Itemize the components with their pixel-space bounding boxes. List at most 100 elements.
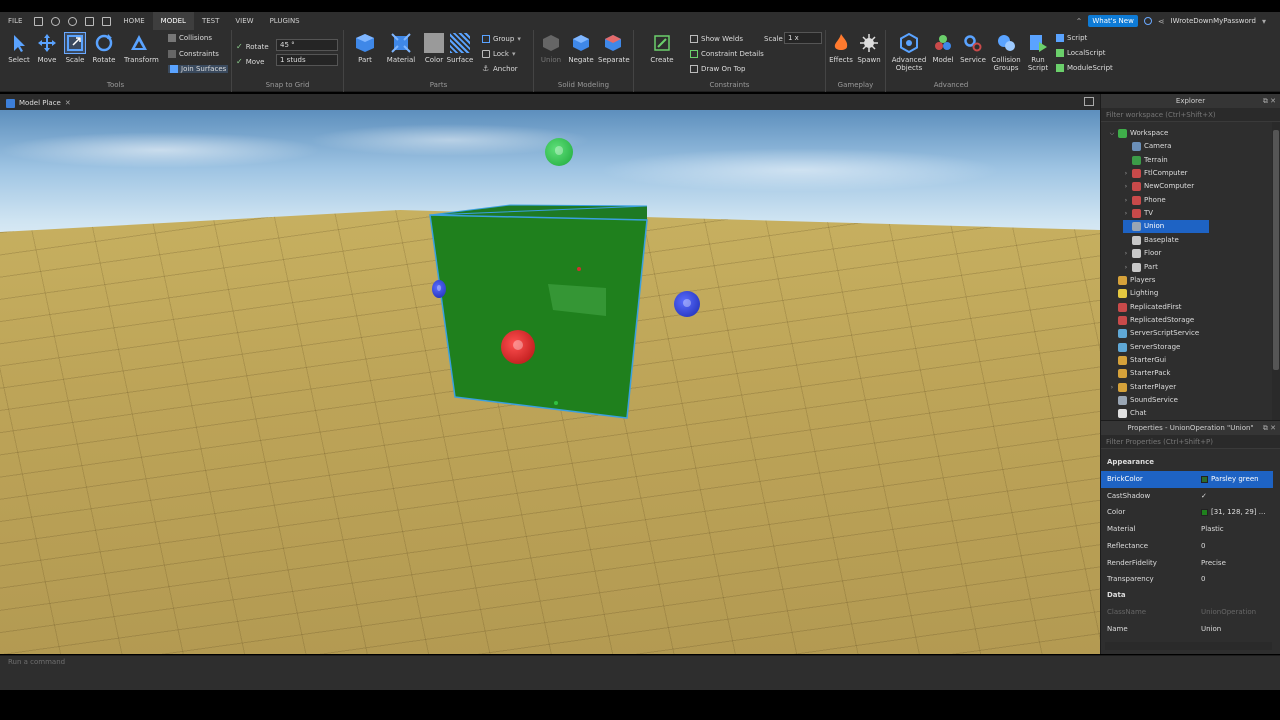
property-row[interactable]: Transparency 0 [1101,571,1273,588]
explorer-item[interactable]: › StarterPlayer [1109,381,1176,394]
explorer-item[interactable]: Camera [1123,140,1171,153]
explorer-item[interactable]: Chat [1109,407,1146,420]
explorer-item[interactable]: Players [1109,274,1155,287]
rotate-snap-row[interactable]: ✓ Rotate [236,42,269,51]
modulescript-button[interactable]: ModuleScript [1056,64,1113,72]
constraints-toggle[interactable]: Constraints [168,50,219,58]
explorer-item[interactable]: ReplicatedStorage [1109,314,1194,327]
properties-close-icon[interactable]: ⧉ ✕ [1263,421,1276,435]
group-button[interactable]: Group ▾ [482,35,521,43]
collision-groups-button[interactable]: Collision Groups [988,33,1024,72]
3d-viewport[interactable] [0,110,1100,654]
move-snap-field[interactable]: 1 studs [276,54,338,66]
green-handle[interactable] [545,138,573,166]
anchor-button[interactable]: ⚓ Anchor [482,65,518,74]
account-chevron-icon[interactable]: ▾ [1262,17,1266,26]
move-snap-row[interactable]: ✓ Move [236,57,264,66]
explorer-item[interactable]: › TV [1123,207,1153,220]
property-value[interactable]: Union [1201,625,1273,633]
move-snap-check-icon[interactable]: ✓ [236,57,243,66]
separate-button[interactable]: Separate [598,33,630,64]
explorer-item[interactable]: ServerStorage [1109,341,1180,354]
explorer-item[interactable]: StarterGui [1109,354,1166,367]
property-section-header[interactable]: Appearance [1101,454,1273,470]
material-button[interactable]: Material [386,33,416,64]
explorer-item[interactable]: ReplicatedFirst [1109,301,1182,314]
properties-hscrollbar[interactable] [1105,642,1272,650]
property-section-header[interactable]: Data [1101,587,1273,603]
property-row[interactable]: CastShadow ✓ [1101,487,1273,504]
effects-button[interactable]: Effects [826,33,856,64]
select-tool-button[interactable]: Select [4,33,34,64]
negate-button[interactable]: Negate [566,33,596,64]
collapsed-chevron-icon[interactable]: › [1123,194,1129,207]
constraint-details-toggle[interactable]: Constraint Details [690,50,764,58]
explorer-item[interactable]: Terrain [1123,154,1168,167]
collapsed-chevron-icon[interactable]: › [1123,247,1129,260]
explorer-item[interactable]: Lighting [1109,287,1158,300]
expanded-chevron-icon[interactable]: ⌵ [1109,127,1115,140]
property-value[interactable]: ✓ [1201,492,1273,500]
explorer-item[interactable]: Union [1123,220,1209,234]
property-row[interactable]: BrickColor Parsley green [1101,470,1273,488]
property-value[interactable]: [31, 128, 29] ... [1201,508,1273,516]
menu-model[interactable]: MODEL [152,12,194,30]
part-button[interactable]: Part [350,33,380,64]
collapsed-chevron-icon[interactable]: › [1123,261,1129,274]
explorer-item[interactable]: Baseplate [1123,234,1179,247]
transform-tool-button[interactable]: Transform [124,33,159,64]
join-surfaces-toggle[interactable]: Join Surfaces [168,65,229,73]
menu-file[interactable]: FILE [0,12,30,30]
viewport-toggle-icon[interactable] [1084,97,1094,106]
menu-test[interactable]: TEST [194,12,227,30]
model-place-tab[interactable]: Model Place ✕ [6,96,71,110]
property-value[interactable]: 0 [1201,575,1273,583]
blue-handle-right[interactable] [674,291,700,317]
collapse-ribbon-icon[interactable]: ⌃ [1076,17,1083,26]
property-value[interactable]: Parsley green [1201,475,1273,483]
explorer-item[interactable]: › Part [1123,261,1158,274]
explorer-item[interactable]: › Phone [1123,194,1166,207]
explorer-item[interactable]: StarterPack [1109,367,1170,380]
username[interactable]: IWroteDownMyPassword [1171,17,1256,25]
lock-button[interactable]: Lock ▾ [482,50,515,58]
red-handle[interactable] [501,330,535,364]
share-icon[interactable]: ⋖ [1158,17,1165,26]
command-input[interactable]: Run a command [8,657,1268,668]
redo-icon[interactable] [68,16,78,26]
properties-filter-input[interactable]: Filter Properties (Ctrl+Shift+P) [1101,435,1280,449]
surface-button[interactable]: Surface [445,33,475,64]
service-button[interactable]: Service [958,33,988,64]
whats-new-button[interactable]: What's New [1088,15,1138,27]
rotate-tool-button[interactable]: Rotate [89,33,119,64]
explorer-item[interactable]: ⌵ Workspace [1109,127,1168,140]
localscript-button[interactable]: LocalScript [1056,49,1105,57]
rotate-snap-field[interactable]: 45 ° [276,39,338,51]
run-script-button[interactable]: Run Script [1024,33,1052,72]
property-value[interactable]: 0 [1201,542,1273,550]
collapsed-chevron-icon[interactable]: › [1123,180,1129,193]
menu-home[interactable]: HOME [115,12,152,30]
explorer-close-icon[interactable]: ⧉ ✕ [1263,94,1276,108]
property-row[interactable]: Color [31, 128, 29] ... [1101,504,1273,521]
undo-icon[interactable] [51,16,61,26]
blue-handle-left[interactable] [432,280,446,298]
save-icon[interactable] [102,16,112,26]
property-row[interactable]: RenderFidelity Precise [1101,554,1273,571]
property-value[interactable]: Plastic [1201,525,1273,533]
menu-plugins[interactable]: PLUGINS [262,12,308,30]
collapsed-chevron-icon[interactable]: › [1123,167,1129,180]
explorer-item[interactable]: › Floor [1123,247,1161,260]
property-row[interactable]: Name Union [1101,621,1273,638]
explorer-item[interactable]: ServerScriptService [1109,327,1199,340]
draw-on-top-toggle[interactable]: Draw On Top [690,65,746,73]
show-welds-toggle[interactable]: Show Welds [690,35,743,43]
scale-tool-button[interactable]: Scale [60,32,90,64]
union-button[interactable]: Union [536,33,566,64]
property-row[interactable]: Material Plastic [1101,521,1273,538]
collisions-toggle[interactable]: Collisions [168,34,212,42]
property-row[interactable]: ClassName UnionOperation [1101,604,1273,621]
help-icon[interactable] [1143,17,1152,25]
explorer-item[interactable]: SoundService [1109,394,1178,407]
property-row[interactable]: Reflectance 0 [1101,537,1273,554]
